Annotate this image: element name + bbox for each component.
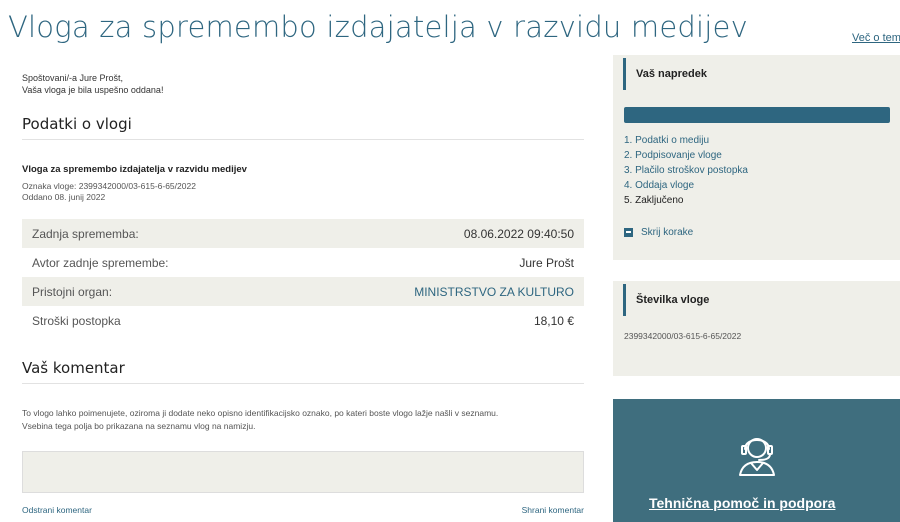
steps-list: 1. Podatki o mediju 2. Podpisovanje vlog… [624, 133, 748, 208]
reference-value: 2399342000/03-615-6-65/2022 [78, 181, 196, 191]
application-meta: Oznaka vloge: 2399342000/03-615-6-65/202… [22, 181, 196, 203]
table-row: Avtor zadnje spremembe: Jure Prošt [22, 248, 584, 277]
application-name: Vloga za spremembo izdajatelja v razvidu… [22, 164, 247, 175]
comment-help-line: Vsebina tega polja bo prikazana na sezna… [22, 421, 256, 431]
row-value: Jure Prošt [519, 255, 574, 270]
more-info-link[interactable]: Več o tem [852, 32, 900, 44]
application-section-title: Podatki o vlogi [22, 115, 584, 140]
page-title: Vloga za spremembo izdajatelja v razvidu… [8, 10, 748, 44]
hide-steps-label: Skrij korake [641, 227, 694, 238]
collapse-icon [624, 228, 633, 237]
row-value: 18,10 € [533, 313, 574, 328]
save-comment-link[interactable]: Shrani komentar [522, 505, 584, 515]
row-key: Stroški postopka [32, 313, 121, 328]
row-key: Avtor zadnje spremembe: [32, 255, 169, 270]
step-item: 4. Oddaja vloge [624, 180, 695, 191]
comment-section-title: Vaš komentar [22, 359, 584, 384]
row-key: Pristojni organ: [22, 277, 284, 306]
headset-icon [739, 438, 775, 476]
hide-steps-toggle[interactable]: Skrij korake [624, 227, 693, 238]
application-number-title: Številka vloge [623, 284, 709, 316]
row-key: Zadnja sprememba: [22, 219, 284, 248]
step-item: 2. Podpisovanje vloge [624, 150, 722, 161]
reference-line: Oznaka vloge: 2399342000/03-615-6-65/202… [22, 181, 196, 192]
main-content: Spoštovani/-a Jure Prošt, Vaša vloga je … [22, 72, 584, 515]
table-row: Stroški postopka 18,10 € [22, 306, 584, 335]
progress-title: Vaš napredek [623, 58, 707, 90]
comment-input[interactable] [22, 451, 584, 493]
submitted-label: Oddano [22, 192, 53, 202]
application-number-panel: Številka vloge 2399342000/03-615-6-65/20… [613, 281, 900, 376]
table-row: Zadnja sprememba: 08.06.2022 09:40:50 [22, 219, 584, 248]
support-link[interactable]: Tehnična pomoč in podpora [649, 495, 835, 511]
application-details-table: Zadnja sprememba: 08.06.2022 09:40:50 Av… [22, 219, 584, 335]
row-value: MINISTRSTVO ZA KULTURO [283, 277, 584, 306]
submitted-value: 08. junij 2022 [54, 192, 106, 202]
support-panel[interactable]: Tehnična pomoč in podpora [613, 399, 900, 522]
comment-help-text: To vlogo lahko poimenujete, oziroma ji d… [22, 407, 584, 433]
reference-label: Oznaka vloge: [22, 181, 77, 191]
table-row: Pristojni organ: MINISTRSTVO ZA KULTURO [22, 277, 584, 306]
step-item: 3. Plačilo stroškov postopka [624, 165, 748, 176]
remove-comment-link[interactable]: Odstrani komentar [22, 505, 92, 515]
greeting-success-message: Vaša vloga je bila uspešno oddana! [22, 85, 164, 95]
progress-bar [624, 107, 890, 123]
application-number-value: 2399342000/03-615-6-65/2022 [624, 331, 742, 341]
greeting-salutation: Spoštovani/-a Jure Prošt, [22, 73, 124, 83]
comment-help-line: To vlogo lahko poimenujete, oziroma ji d… [22, 408, 499, 418]
row-value: 08.06.2022 09:40:50 [283, 219, 584, 248]
step-item: 5. Zaključeno [624, 195, 684, 206]
greeting: Spoštovani/-a Jure Prošt, Vaša vloga je … [22, 72, 584, 96]
submitted-line: Oddano 08. junij 2022 [22, 192, 196, 203]
step-item: 1. Podatki o mediju [624, 135, 710, 146]
progress-panel: Vaš napredek 1. Podatki o mediju 2. Podp… [613, 55, 900, 260]
